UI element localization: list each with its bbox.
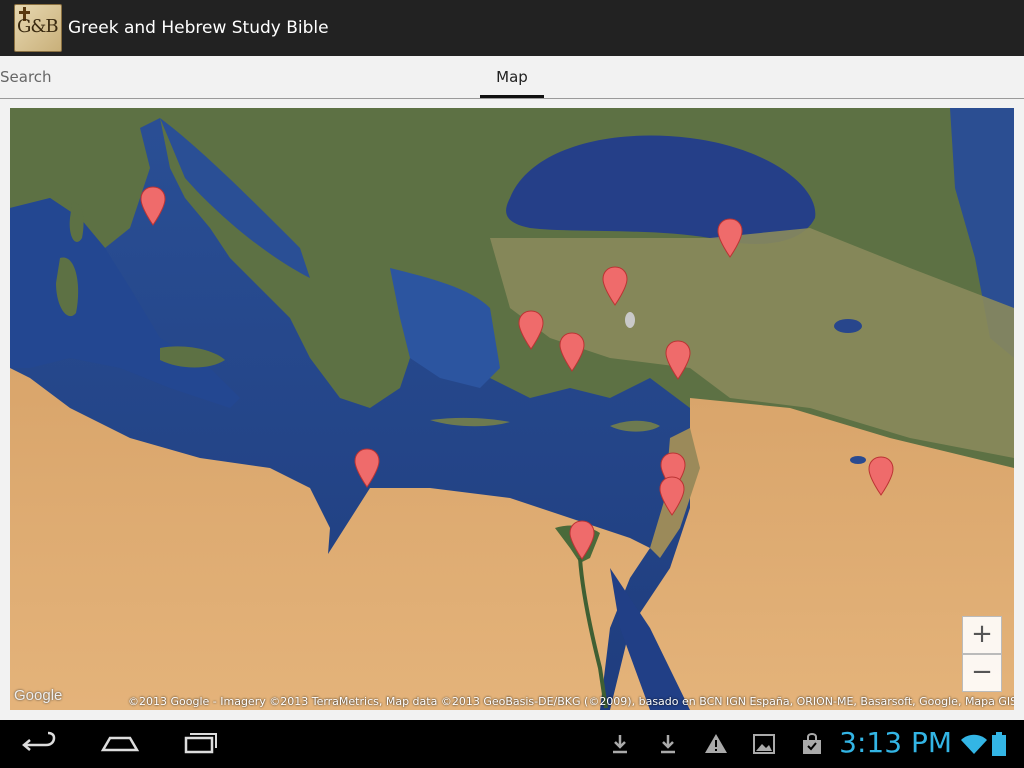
map-marker-icon[interactable] — [868, 456, 894, 496]
google-logo: Google — [14, 687, 63, 704]
action-bar: G&B Greek and Hebrew Study Bible — [0, 0, 1024, 56]
warning-icon — [705, 734, 727, 753]
download-icon — [613, 735, 627, 754]
map-marker-icon[interactable] — [659, 476, 685, 516]
tab-map-label: Map — [496, 68, 528, 86]
map-marker-icon[interactable] — [140, 186, 166, 226]
map-marker-icon[interactable] — [559, 332, 585, 372]
map-view[interactable]: + − Google ©2013 Google - Imagery ©2013 … — [10, 108, 1014, 710]
map-marker-icon[interactable] — [518, 310, 544, 350]
map-marker-icon[interactable] — [717, 218, 743, 258]
tab-bar: Search Map — [0, 56, 1024, 99]
shopping-bag-icon — [803, 732, 821, 754]
map-marker-icon[interactable] — [354, 448, 380, 488]
app-logo-icon[interactable]: G&B — [14, 4, 62, 52]
system-bar: 3:13 PM — [0, 720, 1024, 768]
tab-map[interactable]: Map — [480, 56, 544, 98]
wifi-icon — [961, 734, 987, 754]
map-marker-icon[interactable] — [665, 340, 691, 380]
image-icon — [753, 734, 775, 754]
map-marker-icon[interactable] — [569, 520, 595, 560]
app-window: G&B Greek and Hebrew Study Bible Search … — [0, 0, 1024, 768]
tab-selected-indicator — [480, 95, 544, 98]
home-icon[interactable] — [100, 728, 140, 758]
status-clock: 3:13 PM — [839, 726, 952, 759]
recent-apps-icon[interactable] — [180, 728, 220, 758]
app-title: Greek and Hebrew Study Bible — [68, 18, 329, 38]
download-icon — [661, 735, 675, 754]
battery-icon — [992, 732, 1006, 756]
tab-search[interactable]: Search — [0, 56, 52, 98]
map-attribution[interactable]: ©2013 Google - Imagery ©2013 TerraMetric… — [128, 695, 1014, 708]
zoom-in-button[interactable]: + — [962, 616, 1002, 654]
zoom-out-button[interactable]: − — [962, 654, 1002, 692]
map-marker-icon[interactable] — [602, 266, 628, 306]
back-icon[interactable] — [20, 728, 60, 758]
